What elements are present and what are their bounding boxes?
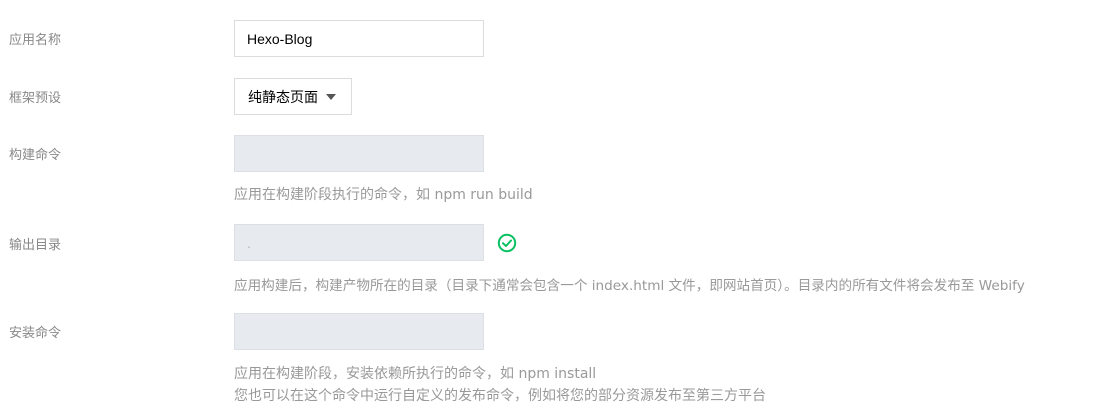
- install-command-help-line2: 您也可以在这个命令中运行自定义的发布命令，例如将您的部分资源发布至第三方平台: [234, 388, 766, 404]
- app-name-label: 应用名称: [9, 33, 62, 48]
- build-command-label: 构建命令: [9, 148, 62, 163]
- framework-label: 框架预设: [9, 91, 62, 106]
- build-command-input[interactable]: [234, 135, 484, 172]
- framework-selected-value: 纯静态页面: [248, 89, 318, 106]
- build-command-help: 应用在构建阶段执行的命令，如 npm run build: [234, 187, 533, 203]
- output-dir-label: 输出目录: [9, 238, 62, 253]
- framework-select[interactable]: 纯静态页面: [234, 78, 352, 115]
- output-dir-help: 应用构建后，构建产物所在的目录（目录下通常会包含一个 index.html 文件…: [234, 278, 1025, 294]
- output-dir-input[interactable]: [234, 224, 484, 261]
- app-name-input[interactable]: [234, 20, 484, 57]
- install-command-input[interactable]: [234, 313, 484, 350]
- check-circle-icon: [497, 233, 517, 253]
- install-command-label: 安装命令: [9, 326, 62, 341]
- install-command-help-line1: 应用在构建阶段，安装依赖所执行的命令，如 npm install: [234, 366, 597, 382]
- caret-down-icon: [326, 93, 336, 100]
